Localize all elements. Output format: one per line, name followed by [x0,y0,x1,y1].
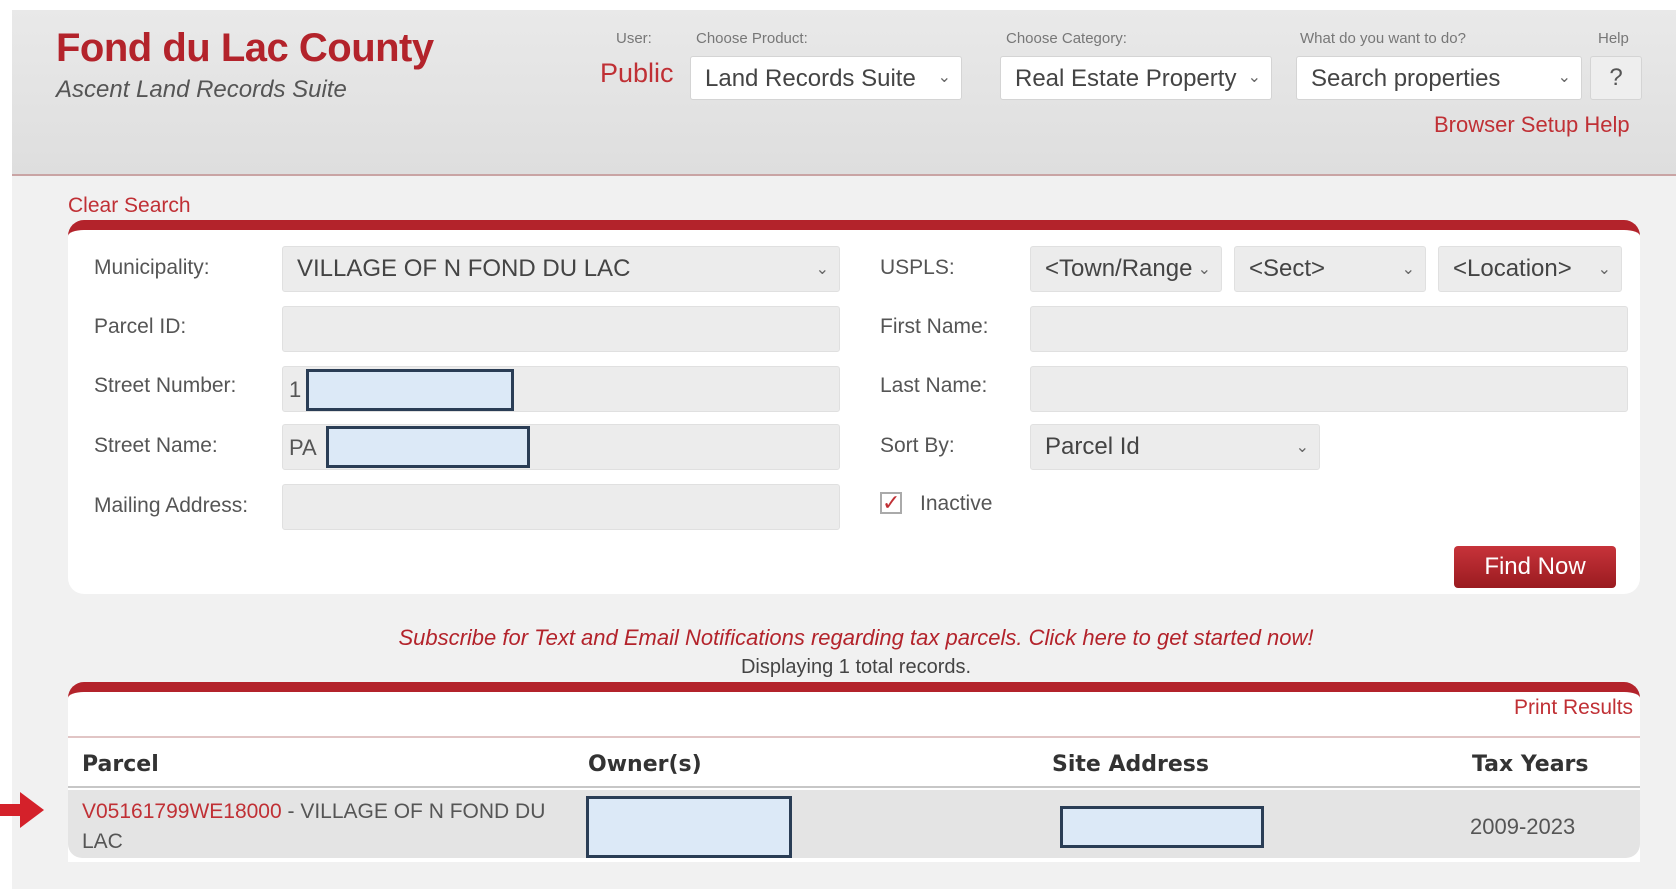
chevron-down-icon: ⌄ [1295,439,1309,456]
parcel-id[interactable]: V05161799WE18000 [82,800,282,823]
help-button[interactable]: ? [1590,56,1642,100]
chevron-down-icon: ⌄ [1557,69,1571,86]
product-select-value: Land Records Suite [705,65,916,92]
user-value: Public [600,58,674,88]
redaction-box [586,796,792,858]
subscribe-link[interactable]: Subscribe for Text and Email Notificatio… [0,625,1676,651]
municipality-label: Municipality: [94,256,210,279]
sort-by-value: Parcel Id [1045,433,1140,460]
browser-setup-help-link[interactable]: Browser Setup Help [1434,112,1630,138]
chevron-down-icon: ⌄ [1191,259,1211,279]
action-select-value: Search properties [1311,65,1501,92]
first-name-label: First Name: [880,315,989,338]
tax-years-value: 2009-2023 [1470,814,1576,839]
redaction-box [306,369,514,411]
category-select-value: Real Estate Property [1015,65,1237,92]
street-name-label: Street Name: [94,434,218,457]
sort-by-label: Sort By: [880,434,955,457]
user-label: User: [616,30,652,47]
chevron-down-icon: ⌄ [1593,259,1611,279]
municipality-select[interactable]: VILLAGE OF N FOND DU LAC ⌄ [282,246,840,292]
county-title: Fond du Lac County [56,26,434,70]
redaction-box [326,426,530,468]
chevron-down-icon: ⌄ [937,69,951,86]
chevron-down-icon: ⌄ [1241,67,1261,87]
suite-subtitle: Ascent Land Records Suite [56,76,347,103]
column-header-tax-years[interactable]: Tax Years [1472,752,1589,777]
record-count: Displaying 1 total records. [740,656,972,678]
product-label: Choose Product: [696,30,808,47]
category-label: Choose Category: [1006,30,1127,47]
parcel-id-input[interactable] [282,306,840,352]
help-label: Help [1598,30,1629,47]
parcel-link[interactable]: V05161799WE18000 - VILLAGE OF N FOND DU … [82,797,562,857]
last-name-input[interactable] [1030,366,1628,412]
section-value: <Sect> [1249,255,1326,282]
section-select[interactable]: <Sect> ⌄ [1234,246,1426,292]
street-number-label: Street Number: [94,374,237,397]
inactive-label: Inactive [920,492,993,515]
town-range-value: <Town/Range> [1045,255,1207,282]
category-select[interactable]: Real Estate Property ⌄ [1000,56,1272,100]
print-results-link[interactable]: Print Results [1514,696,1633,720]
town-range-select[interactable]: <Town/Range> ⌄ [1030,246,1222,292]
column-header-site-address[interactable]: Site Address [1052,752,1209,777]
find-now-button[interactable]: Find Now [1454,546,1616,588]
mailing-address-label: Mailing Address: [94,494,249,517]
street-name-value: PA [289,435,317,460]
last-name-label: Last Name: [880,374,988,397]
location-value: <Location> [1453,255,1572,282]
location-select[interactable]: <Location> ⌄ [1438,246,1622,292]
street-number-value: 1 [289,377,302,402]
chevron-down-icon: ⌄ [1401,261,1415,278]
parcel-id-label: Parcel ID: [94,315,187,338]
arrow-pointer-icon [0,792,44,828]
chevron-down-icon: ⌄ [815,261,829,278]
column-header-parcel[interactable]: Parcel [82,752,159,777]
action-label: What do you want to do? [1300,30,1466,47]
action-select[interactable]: Search properties ⌄ [1296,56,1582,100]
uspls-label: USPLS: [880,256,955,279]
sort-by-select[interactable]: Parcel Id ⌄ [1030,424,1320,470]
mailing-address-input[interactable] [282,484,840,530]
inactive-checkbox[interactable]: ✓ [880,492,902,514]
clear-search-link[interactable]: Clear Search [68,194,191,218]
first-name-input[interactable] [1030,306,1628,352]
redaction-box [1060,806,1264,848]
column-header-owners[interactable]: Owner(s) [588,752,702,777]
municipality-value: VILLAGE OF N FOND DU LAC [297,255,631,282]
table-header [68,736,1640,788]
product-select[interactable]: Land Records Suite ⌄ [690,56,962,100]
